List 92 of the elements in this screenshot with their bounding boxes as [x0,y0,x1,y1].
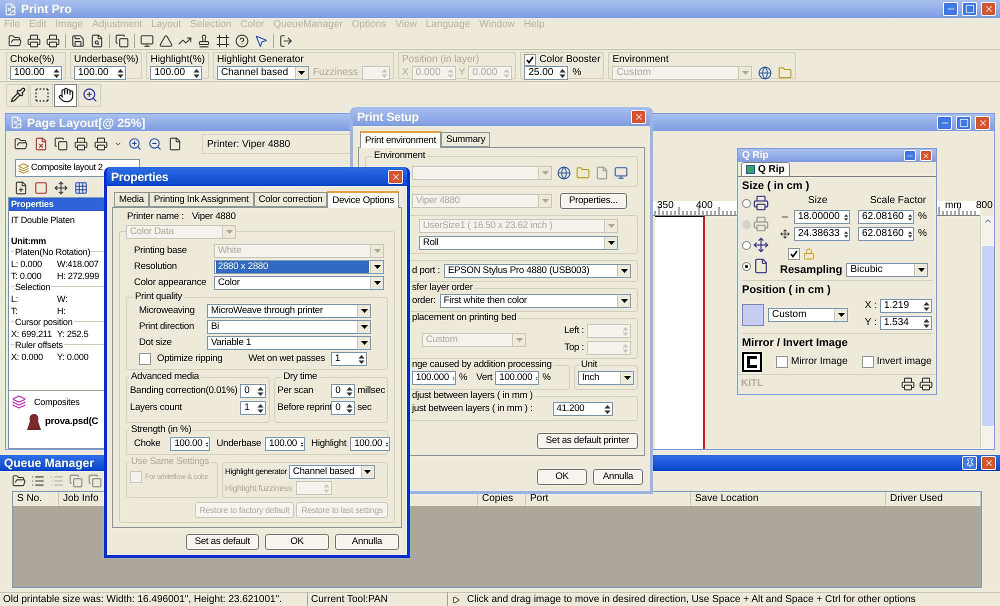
label: Size ( in cm ) [742,180,810,192]
label: Choke [134,438,160,450]
label: Cursor position [14,316,74,328]
label: T: 0.000 [11,270,42,282]
group-title: Use Same Settings [129,456,211,468]
label: order: [412,295,436,307]
label: % [918,228,927,240]
label: W:418.007 [57,258,99,270]
label: L: 0.000 [11,258,43,270]
label: Microweaving [139,305,196,317]
label: Highlight(%) [150,54,205,66]
window-title: Queue Manager [4,455,94,472]
label: Per scan [277,385,314,397]
label: Y : [864,317,877,329]
label: % [542,372,551,384]
group-title: djust between layers ( in mm ) [410,390,535,402]
label: H: [57,305,66,317]
label: X: 699.211 [11,328,53,340]
label: Highlight Generator [216,54,305,66]
label: Printing base [134,245,188,257]
window-title: Page Layout[@ 25%] [27,114,146,132]
label: % [572,67,582,79]
label: just between layers ( in mm ) : [412,403,533,415]
label: Dot size [139,337,173,349]
label: sec [357,402,372,414]
label: Vert [476,372,492,384]
window-title: Q Rip [742,149,769,163]
label: W: [57,293,68,305]
label: Layers count [130,402,182,414]
ruler-label: mm [945,201,962,211]
label: Optimize ripping [157,353,222,365]
label: Underbase [216,438,262,450]
group-title: Strength (in %) [129,424,194,436]
group-title: Dry time [281,371,320,383]
label: IT Double Platen [11,214,75,226]
group-title: placement on printing bed [410,312,518,324]
label: Color Booster [539,54,600,66]
label: X : [864,300,877,312]
label: Banding correction(0.01%) [130,385,238,397]
label: Y [458,67,466,79]
label: Ruler offsets [14,339,64,351]
label: L: [11,293,20,305]
label: millsec [357,385,385,397]
label: Printer name : [127,211,184,223]
label: Selection [14,281,52,293]
label: T: [11,305,19,317]
label: Resampling [780,264,842,276]
label: Before reprint [277,402,330,414]
label: % [918,211,927,223]
label: Composites [34,396,80,408]
group-title: nge caused by addition processing [410,359,554,371]
ruler-label: 350 [657,201,674,211]
label: % [459,372,468,384]
label: Position (in layer) [402,54,480,66]
label: Wet on wet passes [248,353,325,365]
label: Mirror Image [791,356,848,368]
label: Highlight generator [225,466,287,478]
label: Position ( in cm ) [742,284,832,296]
label: Resolution [134,261,178,273]
label: d port : [412,265,440,277]
group-title: Print quality [133,291,184,303]
label: Size [808,195,828,207]
window-title: Print Setup [357,108,419,126]
label: Print direction [139,321,196,333]
label: X: 0.000 [11,351,44,363]
group-title: sfer layer order [410,282,475,294]
label: KITL [741,378,764,390]
label: Invert image [876,356,932,368]
label: Left : [564,325,584,337]
label: X [402,67,409,79]
label: Platen(No Rotation) [14,246,92,258]
window-title: Print Pro [21,1,72,18]
label: Environment [612,54,670,66]
label: Top : [564,342,584,354]
label: Viper 4880 [192,211,236,223]
status-text: Click and drag image to move in desired direction, Use Space + Alt and Space + Ctrl for other options [466,593,917,606]
label: Unit:mm [11,235,48,247]
label: Highlight [311,438,346,450]
label: Mirror / Invert Image [742,337,849,349]
label: Highlight fuzziness [225,482,292,494]
status-text: Current Tool:PAN [308,592,448,606]
label: Underbase(%) [74,54,138,66]
label: Y: 0.000 [57,351,88,363]
ruler-label: 800 [976,201,993,211]
label: Choke(%) [10,54,56,66]
label: Y: 252.5 [57,328,88,340]
ruler-label: 400 [696,201,713,211]
status-text: Old printable size was: Width: 16.496001", Height: 23.621001". [0,592,308,606]
label: Scale Factor [870,195,926,207]
label: Color appearance [134,277,208,289]
label: Fuzziness [312,67,358,79]
label: H: 272.999 [57,270,100,282]
